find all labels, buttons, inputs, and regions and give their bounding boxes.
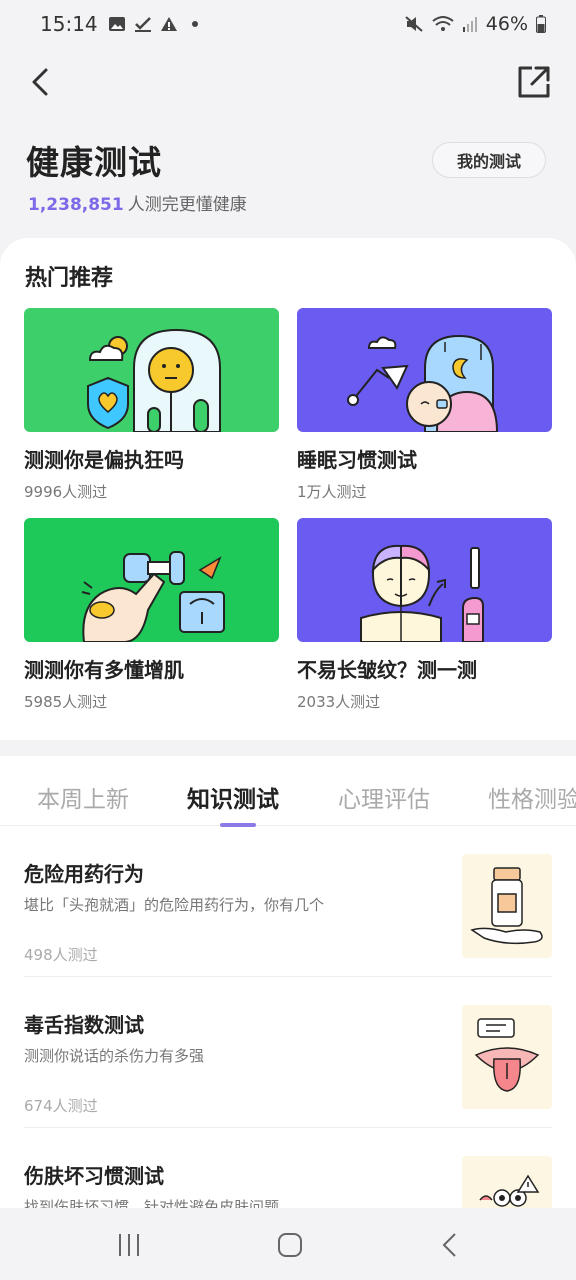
recent-apps-icon[interactable]	[114, 1230, 144, 1260]
hot-card-wrinkles[interactable]: 不易长皱纹？测一测 2033人测过	[297, 518, 552, 712]
share-button[interactable]	[514, 62, 554, 102]
list-item[interactable]: 危险用药行为 堪比「头孢就酒」的危险用药行为，你有几个 498人测过	[24, 826, 552, 977]
page-title: 健康测试	[26, 143, 162, 182]
status-time: 15:14	[40, 12, 98, 36]
battery-icon	[536, 15, 546, 33]
image-icon	[108, 17, 125, 31]
warning-icon	[160, 17, 177, 31]
item-title: 伤肤坏习惯测试	[24, 1164, 164, 1188]
battery-percent: 46%	[485, 13, 528, 35]
tab-knowledge[interactable]: 知识测试	[187, 780, 279, 814]
medicine-icon	[462, 854, 552, 958]
back-button[interactable]	[24, 62, 64, 102]
card-illustration-sleep	[297, 308, 552, 432]
skin-habit-icon	[462, 1156, 552, 1208]
card-count: 9996人测过	[24, 483, 108, 501]
tab-personality[interactable]: 性格测验	[488, 780, 576, 814]
card-illustration-muscle	[24, 518, 279, 642]
hot-recommend-panel: 热门推荐 测测你是偏执狂吗 9996人测过 睡眠习惯测试 1万人测过 测测你有多…	[0, 238, 576, 740]
item-count: 674人测过	[24, 1097, 98, 1115]
item-description: 找到伤肤坏习惯，针对性避免皮肤问题	[24, 1198, 280, 1208]
card-title: 睡眠习惯测试	[297, 448, 417, 472]
my-tests-button[interactable]: 我的测试	[432, 142, 546, 178]
item-description: 堪比「头孢就酒」的危险用药行为，你有几个	[24, 896, 325, 914]
hot-section-title: 热门推荐	[25, 266, 114, 291]
system-nav-bar	[0, 1208, 576, 1280]
list-item[interactable]: 伤肤坏习惯测试 找到伤肤坏习惯，针对性避免皮肤问题	[24, 1128, 552, 1208]
top-nav	[0, 52, 576, 112]
hot-card-sleep[interactable]: 睡眠习惯测试 1万人测过	[297, 308, 552, 502]
item-count: 498人测过	[24, 946, 98, 964]
quiz-list-panel: 本周上新 知识测试 心理评估 性格测验 危险用药行为 堪比「头孢就酒」的危险用药…	[0, 756, 576, 1208]
participant-suffix: 人测完更懂健康	[127, 195, 247, 215]
card-title: 不易长皱纹？测一测	[297, 658, 477, 682]
hot-card-paranoia[interactable]: 测测你是偏执狂吗 9996人测过	[24, 308, 279, 502]
status-bar: 15:14 46%	[0, 0, 576, 48]
item-description: 测测你说话的杀伤力有多强	[24, 1047, 205, 1065]
card-illustration-wrinkles	[297, 518, 552, 642]
tongue-icon	[462, 1005, 552, 1109]
check-icon	[134, 17, 151, 32]
card-count: 2033人测过	[297, 693, 381, 711]
item-title: 危险用药行为	[24, 862, 144, 886]
wifi-icon	[432, 16, 454, 31]
item-title: 毒舌指数测试	[24, 1013, 144, 1037]
card-title: 测测你有多懂增肌	[24, 658, 184, 682]
card-illustration-paranoia	[24, 308, 279, 432]
participant-count: 1,238,851	[28, 195, 124, 215]
hot-card-muscle[interactable]: 测测你有多懂增肌 5985人测过	[24, 518, 279, 712]
nav-back-icon[interactable]	[436, 1230, 466, 1260]
mute-icon	[405, 16, 423, 32]
tab-psychology[interactable]: 心理评估	[338, 780, 430, 814]
tab-this-week[interactable]: 本周上新	[37, 780, 129, 814]
card-count: 1万人测过	[297, 483, 367, 501]
home-icon[interactable]	[275, 1230, 305, 1260]
signal-icon	[462, 17, 477, 32]
category-tabs: 本周上新 知识测试 心理评估 性格测验	[0, 756, 576, 827]
list-item[interactable]: 毒舌指数测试 测测你说话的杀伤力有多强 674人测过	[24, 977, 552, 1128]
card-count: 5985人测过	[24, 693, 108, 711]
participant-summary: 1,238,851 人测完更懂健康	[28, 190, 247, 215]
dot-icon	[191, 21, 198, 27]
card-title: 测测你是偏执狂吗	[24, 448, 184, 472]
